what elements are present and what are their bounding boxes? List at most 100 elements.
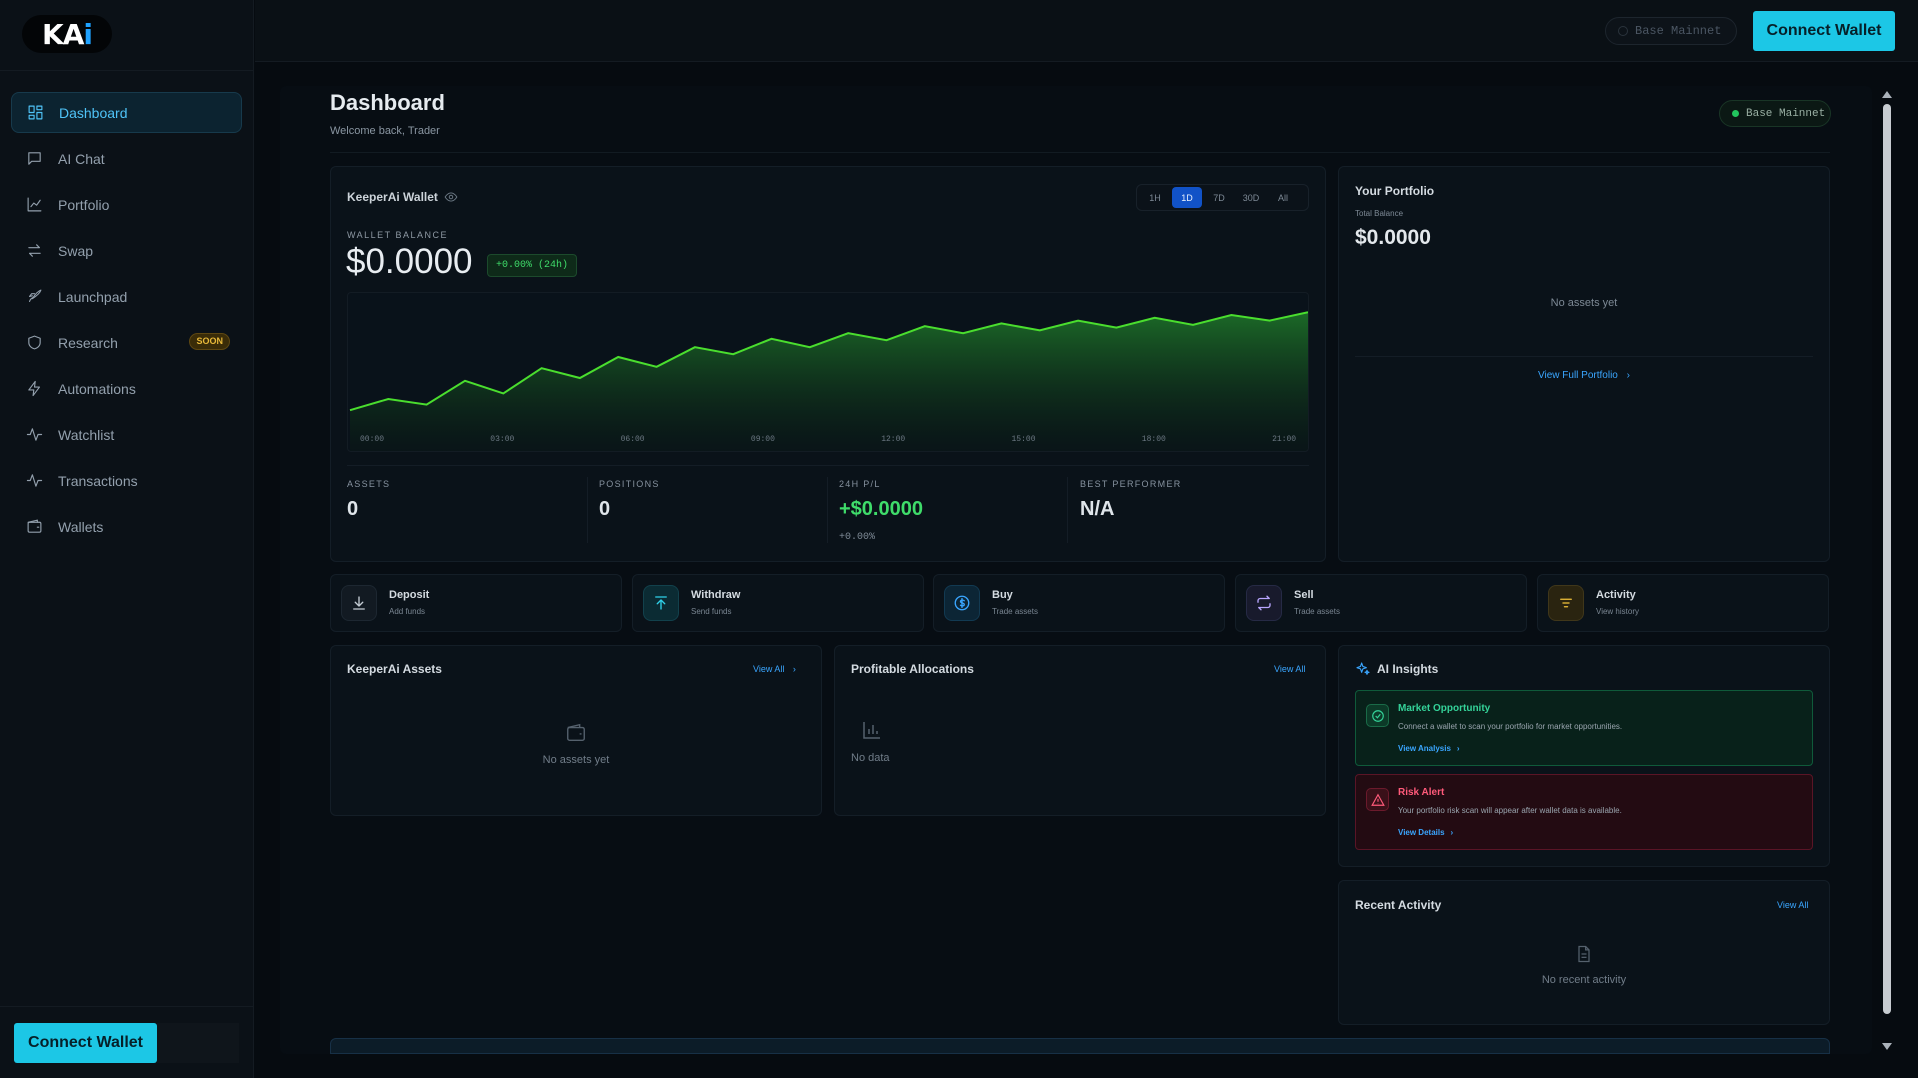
sidebar-item-ai-chat[interactable]: AI Chat [11,138,242,179]
timeframe-7d[interactable]: 7D [1204,187,1234,208]
sidebar-item-wallets[interactable]: Wallets [11,506,242,547]
deposit-button[interactable]: Deposit Add funds [330,574,622,632]
stat-pl-value: +$0.0000 [839,498,923,520]
insight-description: Connect a wallet to scan your portfolio … [1398,722,1623,731]
logo[interactable]: KAi [22,15,112,53]
bar-chart-icon [860,718,884,747]
stats-divider [347,465,1309,466]
eye-icon[interactable] [444,190,458,204]
title-divider [330,152,1830,153]
timeframe-selector: 1H 1D 7D 30D All [1136,184,1309,211]
sidebar-item-transactions[interactable]: Transactions [11,460,242,501]
scrollbar-thumb[interactable] [1883,104,1891,1014]
page-title: Dashboard [330,90,445,115]
wallet-empty-icon [565,722,587,749]
swap-icon [25,242,43,260]
dollar-coin-icon [944,585,980,621]
chevron-right-icon: › [792,664,796,674]
sidebar-item-portfolio[interactable]: Portfolio [11,184,242,225]
x-tick-label: 12:00 [881,435,905,444]
balance-label: WALLET BALANCE [347,230,449,240]
stat-pl-percent: +0.00% [839,532,876,543]
activity-subtitle: View history [1596,607,1639,616]
pulse-icon [25,426,43,444]
x-tick-label: 09:00 [751,435,775,444]
bottom-panel-edge [330,1038,1830,1054]
sidebar-item-label: Launchpad [58,288,128,305]
sell-button[interactable]: Sell Trade assets [1235,574,1527,632]
bolt-icon [25,380,43,398]
insight-title: Market Opportunity [1398,703,1491,714]
wallet-name-label: KeeperAi Wallet [347,190,438,204]
sidebar-connect-area [157,1023,239,1063]
sidebar-item-dashboard[interactable]: Dashboard [11,92,242,133]
sidebar-item-research[interactable]: Research SOON [11,322,242,363]
view-details-link[interactable]: View Details › [1398,828,1453,837]
chat-icon [25,150,43,168]
sidebar-divider [0,70,254,71]
recent-view-all-link[interactable]: View All [1777,900,1808,910]
stat-best-value: N/A [1080,498,1115,520]
timeframe-all[interactable]: All [1268,187,1298,208]
network-badge: Base Mainnet [1719,100,1831,127]
recent-activity-title: Recent Activity [1355,898,1442,912]
ai-insights-title: AI Insights [1377,662,1439,676]
app-root: KAi Dashboard AI Chat Portfolio Swap Lau… [0,0,1918,1078]
portfolio-total-value: $0.0000 [1355,226,1431,249]
recent-empty-text: No recent activity [1541,974,1627,986]
shield-icon [25,334,43,352]
scroll-down-icon[interactable] [1882,1043,1892,1050]
stat-best-label: BEST PERFORMER [1080,479,1182,489]
sidebar-item-label: Automations [58,380,136,397]
portfolio-title: Your Portfolio [1355,184,1435,198]
sidebar-item-label: AI Chat [58,150,105,167]
deposit-title: Deposit [389,589,430,601]
x-tick-label: 06:00 [621,435,645,444]
document-icon [1574,944,1594,969]
timeframe-1d[interactable]: 1D [1172,187,1202,208]
activity-button[interactable]: Activity View history [1537,574,1829,632]
x-tick-label: 03:00 [490,435,514,444]
sidebar-item-launchpad[interactable]: Launchpad [11,276,242,317]
sidebar-item-swap[interactable]: Swap [11,230,242,271]
allocations-empty-text: No data [851,752,890,764]
network-badge-label: Base Mainnet [1746,107,1826,120]
upload-icon [643,585,679,621]
connect-wallet-button[interactable]: Connect Wallet [1753,11,1895,51]
activity-icon [25,472,43,490]
warning-triangle-icon [1366,788,1389,811]
view-full-portfolio-label: View Full Portfolio [1538,370,1618,381]
stat-separator [587,477,588,543]
portfolio-divider [1355,356,1813,357]
sell-subtitle: Trade assets [1294,607,1340,616]
buy-button[interactable]: Buy Trade assets [933,574,1225,632]
sidebar-item-label: Swap [58,242,94,259]
sidebar-item-watchlist[interactable]: Watchlist [11,414,242,455]
scroll-up-icon[interactable] [1882,91,1892,98]
withdraw-subtitle: Send funds [691,607,732,616]
view-details-label: View Details [1398,828,1445,837]
stat-pl-label: 24H P/L [839,479,881,489]
sidebar-item-label: Wallets [58,518,104,535]
portfolio-empty-text: No assets yet [1550,297,1618,309]
network-selector[interactable]: Base Mainnet [1605,17,1737,45]
topbar: Base Mainnet Connect Wallet [255,0,1918,62]
wallet-icon [25,518,43,536]
scrollbar[interactable] [1881,86,1894,1054]
download-icon [341,585,377,621]
view-analysis-link[interactable]: View Analysis › [1398,744,1460,753]
withdraw-button[interactable]: Withdraw Send funds [632,574,924,632]
timeframe-30d[interactable]: 30D [1236,187,1266,208]
allocations-view-all-link[interactable]: View All [1274,664,1305,674]
x-tick-label: 00:00 [360,435,384,444]
sidebar-item-automations[interactable]: Automations [11,368,242,409]
balance-chart: 00:00 03:00 06:00 09:00 12:00 15:00 18:00 21:00 [347,292,1309,452]
assets-view-all-link[interactable]: View All › [753,664,796,674]
view-full-portfolio-link[interactable]: View Full Portfolio › [1338,370,1830,381]
sidebar-connect-wallet-button[interactable]: Connect Wallet [14,1023,157,1063]
deposit-subtitle: Add funds [389,607,426,616]
insight-title: Risk Alert [1398,787,1445,798]
network-online-icon [1732,110,1739,117]
chevron-right-icon: › [1450,828,1454,837]
timeframe-1h[interactable]: 1H [1140,187,1170,208]
